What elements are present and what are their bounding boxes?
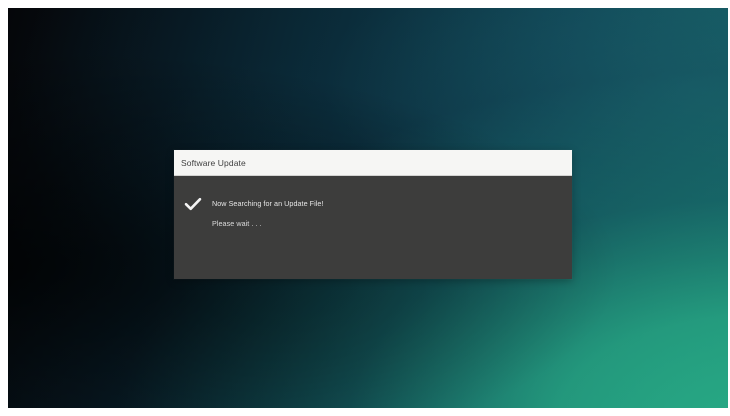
wait-message: Please wait . . .: [212, 219, 262, 228]
screen-frame: Software Update Now Searching for an Upd…: [0, 0, 730, 416]
dialog-title: Software Update: [181, 157, 246, 168]
status-message: Now Searching for an Update File!: [212, 199, 324, 208]
dialog-body: Now Searching for an Update File! Please…: [174, 176, 572, 279]
check-icon: [184, 196, 202, 212]
software-update-dialog: Software Update Now Searching for an Upd…: [174, 150, 572, 279]
dialog-header: Software Update: [174, 150, 572, 176]
tv-screen: Software Update Now Searching for an Upd…: [8, 8, 728, 408]
